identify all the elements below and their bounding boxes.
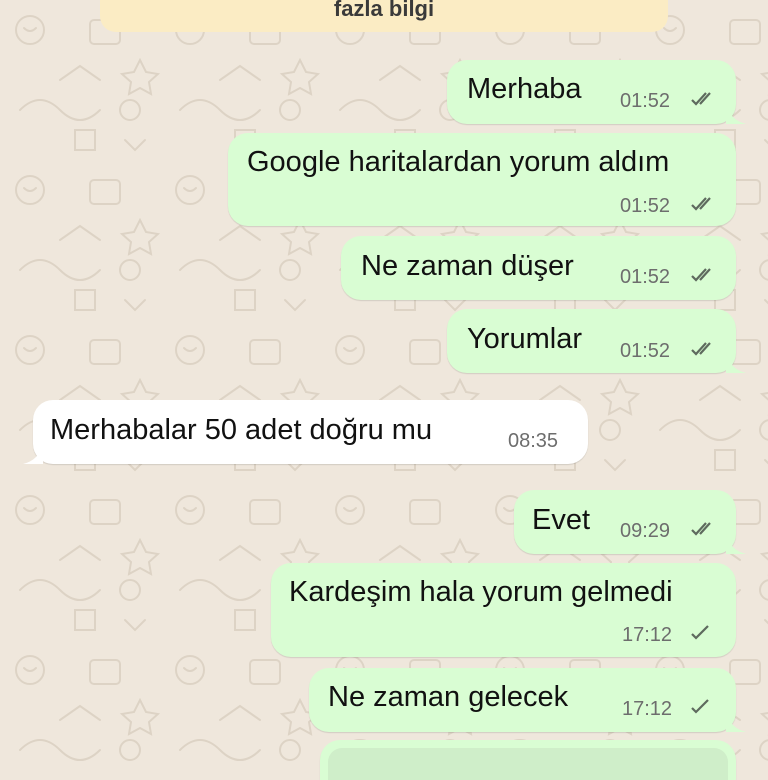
bubble-tail bbox=[726, 712, 746, 732]
info-banner[interactable]: fazla bilgi bbox=[100, 0, 668, 32]
message-text: Kardeşim hala yorum gelmedi bbox=[289, 576, 673, 608]
message-time: 01:52 bbox=[620, 195, 671, 217]
message-bubble-outgoing[interactable]: Evet 09:29 bbox=[514, 490, 746, 554]
message-time: 17:12 bbox=[622, 698, 673, 720]
message-text: Ne zaman düşer bbox=[361, 250, 574, 282]
message-time: 01:52 bbox=[620, 340, 671, 362]
message-bubble-outgoing[interactable]: Kardeşim hala yorum gelmedi 17:12 bbox=[271, 563, 736, 657]
message-bubble-outgoing[interactable]: Google haritalardan yorum aldım 01:52 bbox=[228, 133, 736, 226]
message-text: Merhaba bbox=[467, 73, 582, 105]
message-text: Yorumlar bbox=[467, 323, 582, 355]
message-time: 01:52 bbox=[620, 90, 671, 112]
sent-single-tick-icon bbox=[691, 699, 709, 714]
message-text: Ne zaman gelecek bbox=[328, 681, 569, 713]
bubble-tail bbox=[726, 534, 746, 554]
info-banner-text: fazla bilgi bbox=[333, 0, 435, 21]
read-double-tick-icon bbox=[691, 342, 711, 356]
media-preview-placeholder bbox=[328, 748, 728, 780]
message-time: 17:12 bbox=[622, 624, 673, 646]
message-bubble-outgoing[interactable]: Yorumlar 01:52 bbox=[447, 309, 746, 373]
read-double-tick-icon bbox=[691, 522, 711, 536]
read-double-tick-icon bbox=[691, 92, 711, 106]
message-time: 01:52 bbox=[620, 266, 671, 288]
message-bubble-outgoing[interactable]: Ne zaman düşer 01:52 bbox=[341, 236, 736, 300]
read-double-tick-icon bbox=[691, 268, 711, 282]
message-text: Evet bbox=[532, 504, 591, 536]
message-bubble-incoming[interactable]: Merhabalar 50 adet doğru mu 08:35 bbox=[23, 400, 588, 464]
message-text: Merhabalar 50 adet doğru mu bbox=[50, 414, 433, 446]
bubble-tail bbox=[726, 104, 746, 124]
bubble-tail bbox=[23, 444, 43, 464]
message-time: 08:35 bbox=[508, 430, 559, 452]
sent-single-tick-icon bbox=[691, 625, 709, 640]
message-bubble-outgoing[interactable]: Ne zaman gelecek 17:12 bbox=[309, 668, 746, 732]
message-text: Google haritalardan yorum aldım bbox=[247, 146, 670, 178]
bubble-tail bbox=[726, 353, 746, 373]
read-double-tick-icon bbox=[691, 197, 711, 211]
message-bubble-outgoing[interactable]: Merhaba 01:52 bbox=[447, 60, 746, 124]
message-time: 09:29 bbox=[620, 520, 671, 542]
message-bubble-outgoing-partial[interactable] bbox=[320, 740, 736, 780]
